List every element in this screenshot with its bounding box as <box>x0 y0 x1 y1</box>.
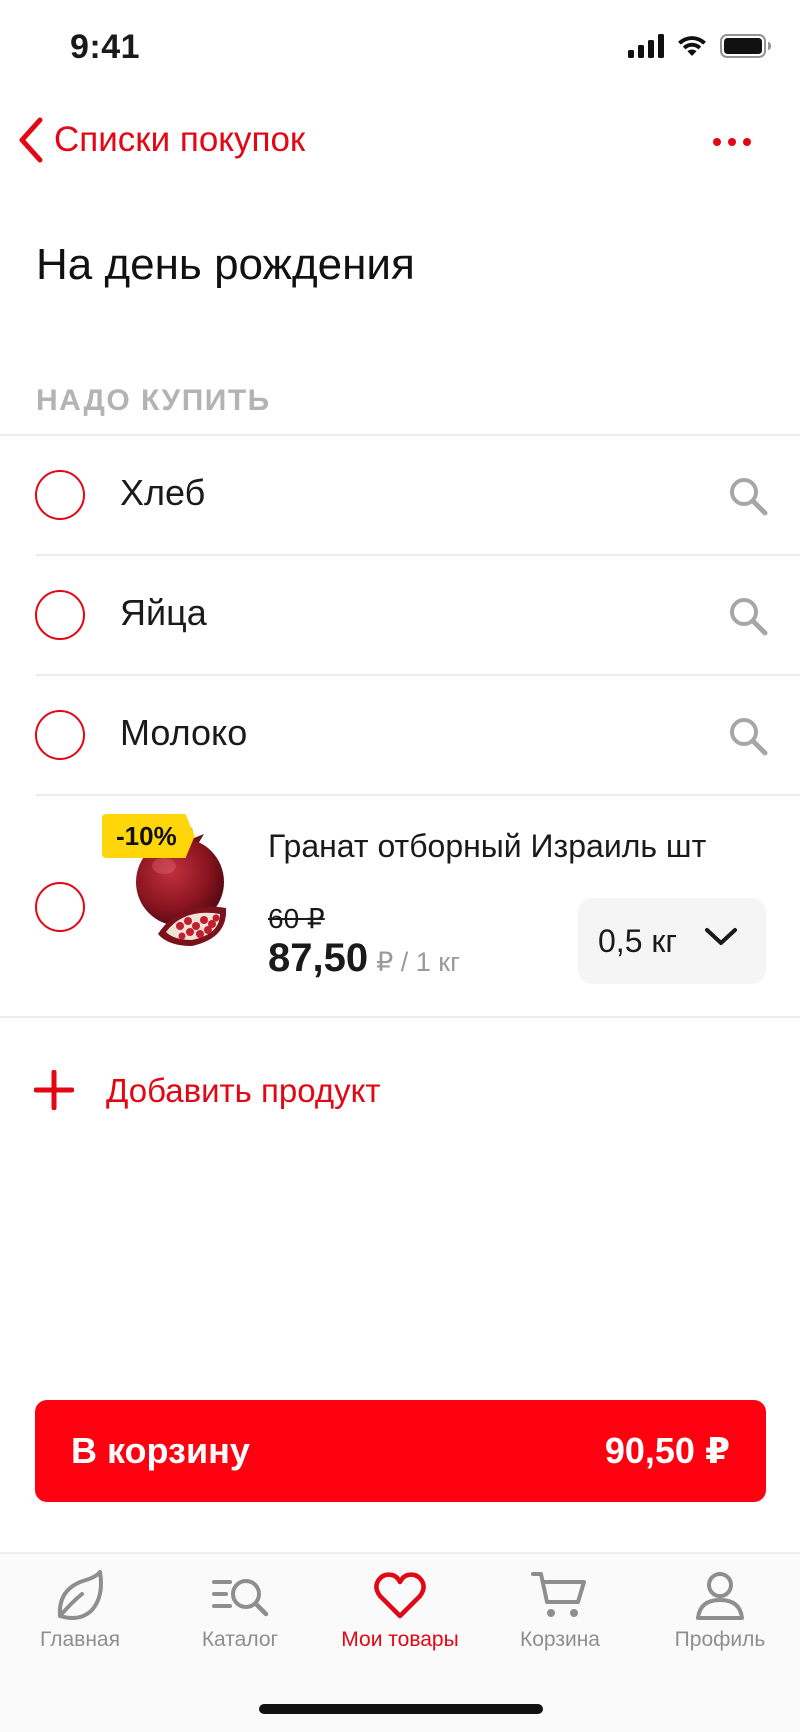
cellular-signal-icon <box>628 34 664 58</box>
old-price: 60 ₽ <box>268 903 325 934</box>
discount-badge: -10% <box>102 814 195 858</box>
tab-label: Главная <box>40 1628 120 1651</box>
item-checkbox[interactable] <box>35 470 85 520</box>
list-item: Хлеб <box>0 436 800 554</box>
product-item: -10% Гранат отборный Израиль шт 60 ₽ 87,… <box>0 796 800 1016</box>
catalog-search-icon <box>212 1579 269 1617</box>
cart-icon <box>531 1572 586 1617</box>
wifi-icon <box>678 36 706 56</box>
item-label: Молоко <box>120 712 248 753</box>
tab-catalog[interactable]: Каталог <box>160 1554 320 1664</box>
add-product-label: Добавить продукт <box>106 1072 381 1109</box>
page-title: На день рождения <box>36 240 415 289</box>
add-to-cart-button[interactable]: В корзину 90,50 ₽ <box>35 1400 766 1502</box>
chevron-down-icon <box>705 928 737 945</box>
list-item: Яйца <box>0 556 800 674</box>
tab-label: Профиль <box>674 1628 766 1651</box>
profile-icon <box>696 1572 744 1620</box>
nav-bar: Списки покупок <box>0 100 800 180</box>
item-checkbox[interactable] <box>35 882 85 932</box>
item-label: Яйца <box>120 592 207 633</box>
cart-button-label: В корзину <box>71 1430 250 1471</box>
item-checkbox[interactable] <box>35 590 85 640</box>
back-label: Списки покупок <box>54 120 306 159</box>
list-item: Молоко <box>0 676 800 794</box>
tab-label: Каталог <box>201 1628 279 1651</box>
item-label: Хлеб <box>120 472 206 513</box>
back-button[interactable]: Списки покупок <box>16 116 305 164</box>
product-name[interactable]: Гранат отборный Израиль шт <box>268 828 706 865</box>
more-dots-icon <box>713 138 751 146</box>
quantity-value: 0,5 кг <box>598 922 678 959</box>
status-icons <box>628 34 772 58</box>
search-icon[interactable] <box>726 474 770 518</box>
tab-home[interactable]: Главная <box>0 1554 160 1664</box>
price-unit: ₽ / 1 кг <box>376 947 460 977</box>
status-time: 9:41 <box>70 28 141 66</box>
tab-label: Мои товары <box>341 1628 459 1651</box>
plus-icon <box>34 1070 74 1110</box>
shopping-list: Хлеб Яйца Молоко -10% Гранат отборный Из… <box>0 434 800 1018</box>
search-icon[interactable] <box>726 714 770 758</box>
quantity-select[interactable]: 0,5 кг <box>578 898 766 984</box>
new-price: 87,50 <box>268 936 369 980</box>
tab-profile[interactable]: Профиль <box>640 1554 800 1664</box>
tab-cart[interactable]: Корзина <box>480 1554 640 1664</box>
add-product-button[interactable]: Добавить продукт <box>0 1046 800 1136</box>
more-options-button[interactable] <box>708 122 756 162</box>
home-indicator[interactable] <box>259 1704 543 1714</box>
divider <box>0 1016 800 1018</box>
item-checkbox[interactable] <box>35 710 85 760</box>
search-icon[interactable] <box>726 594 770 638</box>
battery-icon <box>720 34 771 58</box>
heart-icon <box>374 1572 426 1619</box>
tab-label: Корзина <box>520 1628 600 1651</box>
status-bar: 9:41 <box>0 0 800 100</box>
cart-button-total: 90,50 ₽ <box>604 1430 730 1471</box>
section-header: НАДО КУПИТЬ <box>36 384 271 417</box>
tab-my-products[interactable]: Мои товары <box>320 1554 480 1664</box>
price-line: 87,50 ₽ / 1 кг <box>268 936 460 981</box>
chevron-left-icon <box>19 117 43 163</box>
leaf-icon <box>57 1570 103 1620</box>
